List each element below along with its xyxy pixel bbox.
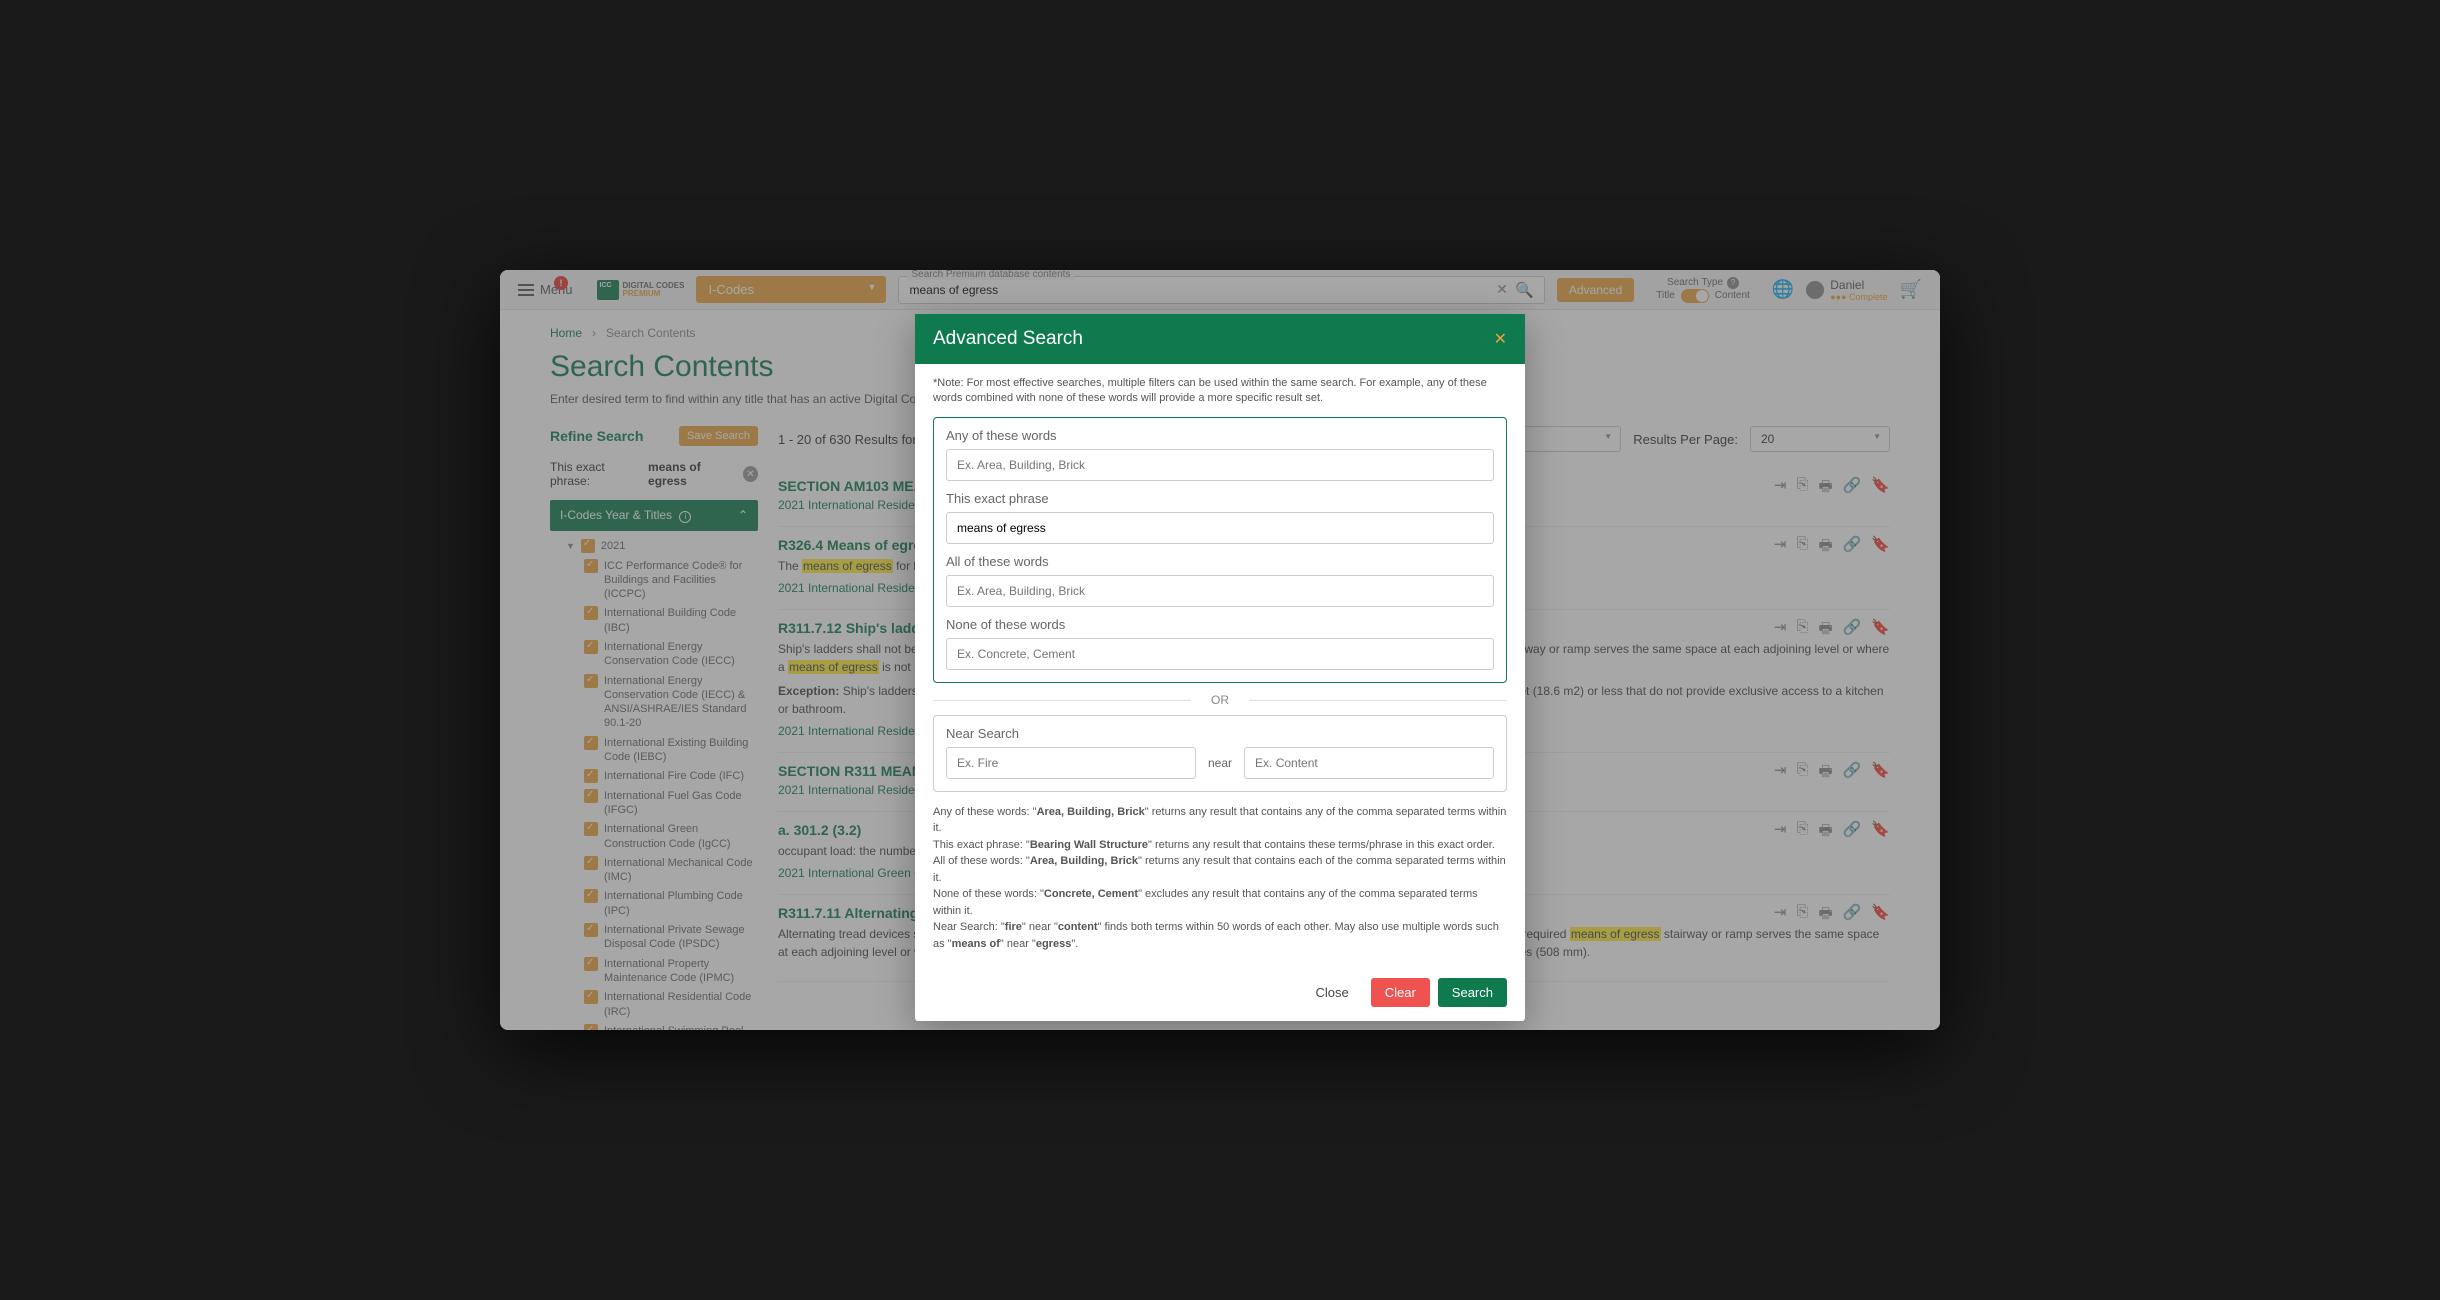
near-term1-input[interactable]: [946, 747, 1196, 779]
modal-note: *Note: For most effective searches, mult…: [933, 376, 1507, 407]
close-icon[interactable]: ✕: [1494, 329, 1507, 349]
or-divider: OR: [933, 693, 1507, 707]
advanced-search-modal: Advanced Search ✕ *Note: For most effect…: [915, 314, 1525, 1021]
all-words-input[interactable]: [946, 575, 1494, 607]
modal-title: Advanced Search: [933, 328, 1083, 350]
help-text: Any of these words: "Area, Building, Bri…: [933, 804, 1507, 953]
field-label: This exact phrase: [946, 491, 1494, 506]
search-button[interactable]: Search: [1438, 978, 1507, 1007]
close-button[interactable]: Close: [1301, 978, 1362, 1007]
field-label: None of these words: [946, 617, 1494, 632]
near-search-group: Near Search near: [933, 715, 1507, 792]
near-term2-input[interactable]: [1244, 747, 1494, 779]
any-words-input[interactable]: [946, 449, 1494, 481]
word-filters-group: Any of these words This exact phrase All…: [933, 417, 1507, 683]
field-label: Near Search: [946, 726, 1494, 741]
near-label: near: [1208, 756, 1232, 770]
field-label: All of these words: [946, 554, 1494, 569]
modal-overlay[interactable]: Advanced Search ✕ *Note: For most effect…: [500, 270, 1940, 1030]
clear-button[interactable]: Clear: [1371, 978, 1430, 1007]
exact-phrase-input[interactable]: [946, 512, 1494, 544]
field-label: Any of these words: [946, 428, 1494, 443]
none-words-input[interactable]: [946, 638, 1494, 670]
